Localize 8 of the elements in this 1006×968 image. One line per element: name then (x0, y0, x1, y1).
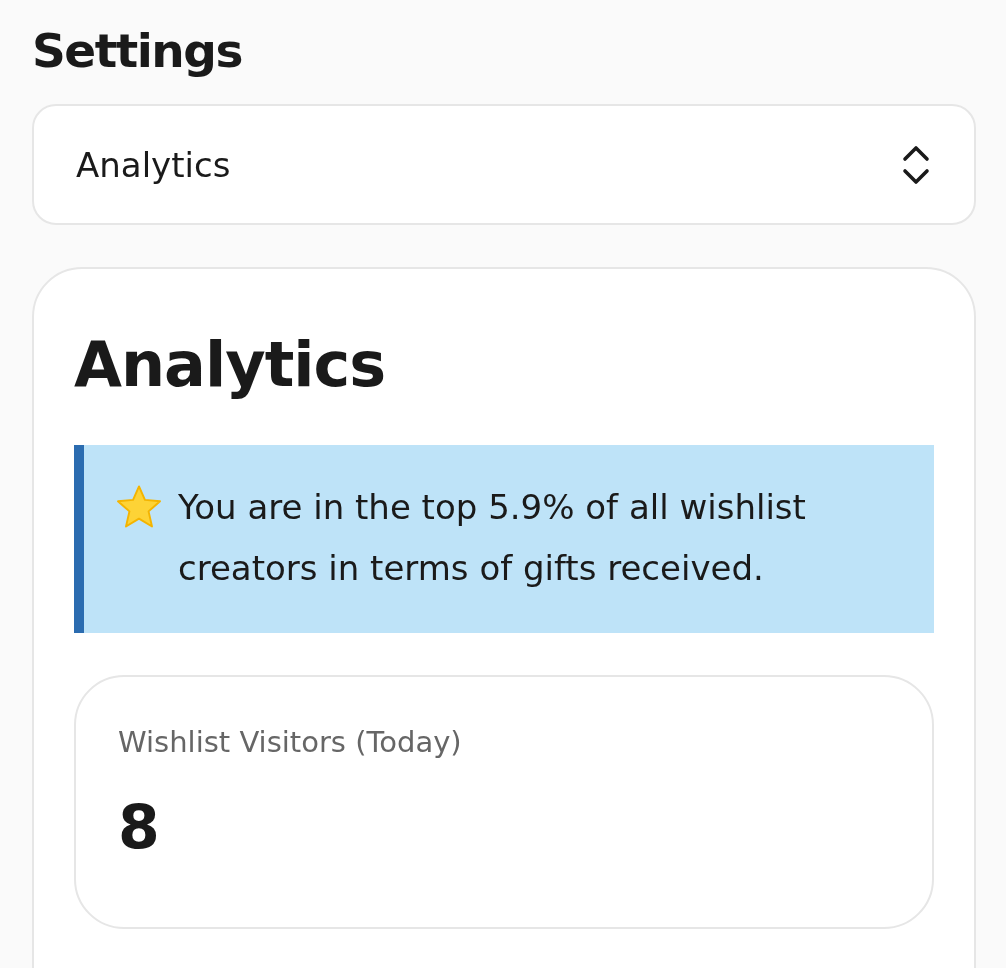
card-title: Analytics (74, 327, 386, 403)
star-icon (116, 485, 162, 529)
callout-text: You are in the top 5.9% of all wishlist creators in terms of gifts received. (178, 486, 807, 590)
stat-label: Wishlist Visitors (Today) (118, 724, 462, 761)
page-title: Settings (32, 22, 242, 80)
section-select[interactable]: Analytics (32, 104, 976, 225)
stat-value: 8 (118, 791, 160, 864)
up-down-chevron-icon (902, 144, 930, 185)
